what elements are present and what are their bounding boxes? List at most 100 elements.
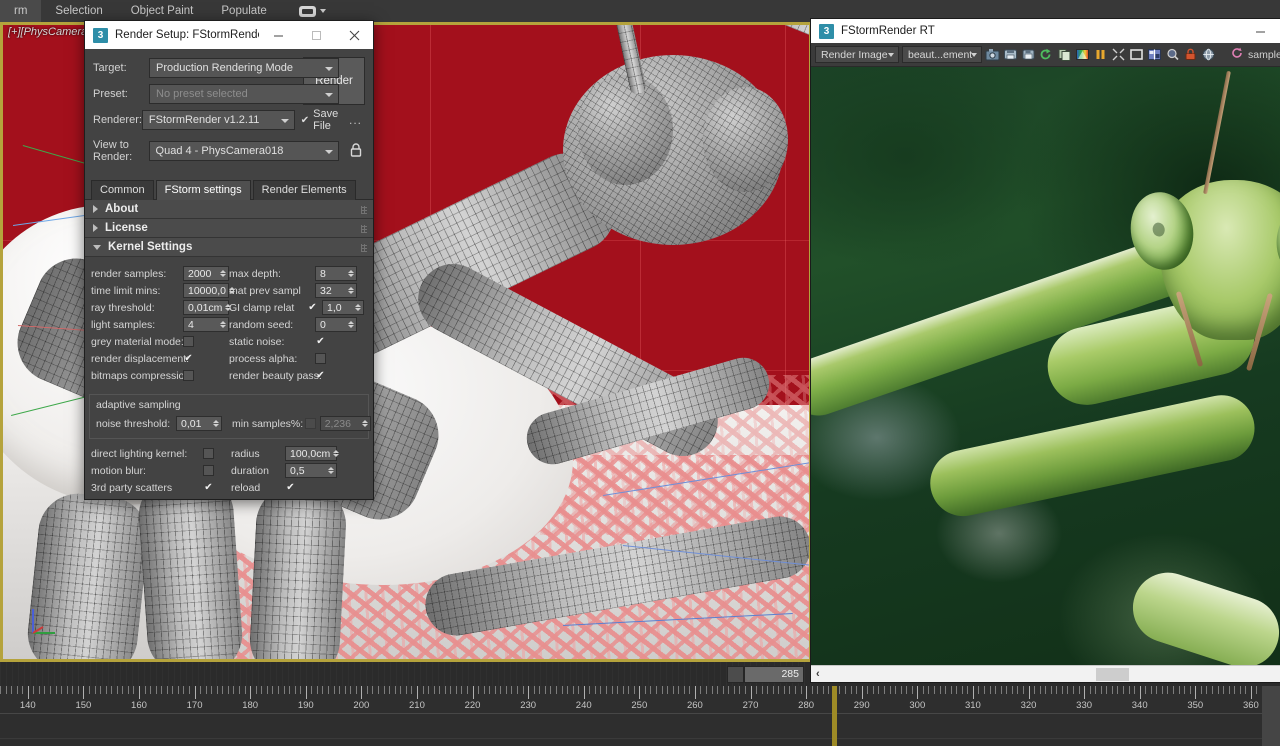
rt-window-title: FStormRender RT [841,25,1239,37]
kernel-param-checkbox[interactable] [183,336,194,347]
close-icon[interactable] [335,21,373,49]
timeline-tick [467,686,468,694]
timeline-tick [906,686,907,694]
kernel-param-input[interactable]: 100,0cm [285,446,337,461]
kernel-param-input[interactable]: 4 [183,317,229,332]
render-region-icon[interactable] [985,46,1000,63]
kernel-param-checkbox[interactable]: ✔ [183,353,194,364]
menu-item-rm[interactable]: rm [0,0,41,22]
lock-icon[interactable] [349,142,365,160]
tab-common[interactable]: Common [91,180,154,200]
kernel-param-input[interactable]: 2000 [183,266,229,281]
kernel-param-checkbox[interactable]: ✔ [203,482,214,493]
timeline-tick [439,686,440,694]
rt-title-bar[interactable]: 3 FStormRender RT [811,19,1280,43]
compare-icon[interactable] [1147,46,1162,63]
render-setup-dialog[interactable]: 3 Render Setup: FStormRender v... Render… [84,20,374,500]
kernel-param-value: 8 [320,268,326,280]
grip-icon [361,206,367,214]
save-file-check[interactable]: ✔ [301,115,309,126]
renderer-select[interactable]: FStormRender v1.2.11 [142,110,295,130]
tab-render-elements[interactable]: Render Elements [253,180,356,200]
capsule-dropdown[interactable] [299,6,326,17]
rollout-about[interactable]: About [85,200,373,219]
timeline-tick [511,686,512,694]
timeline-tick [1251,686,1252,699]
rollout-kernel-settings[interactable]: Kernel Settings [85,238,373,257]
copy-icon[interactable] [1057,46,1072,63]
menu-item-object-paint[interactable]: Object Paint [117,0,208,22]
kernel-param-checkbox[interactable]: ✔ [285,482,296,493]
kernel-param-input[interactable]: 1,0 [322,300,364,315]
timeline-playhead[interactable] [832,686,837,746]
timeline-tick [723,686,724,694]
kernel-param-input[interactable]: 0 [315,317,357,332]
kernel-param-input[interactable]: 0,5 [285,463,337,478]
render-setup-title-bar[interactable]: 3 Render Setup: FStormRender v... [85,21,373,49]
sample-refresh-icon[interactable] [1230,46,1244,63]
minimize-icon[interactable] [259,21,297,49]
viewport-label[interactable]: [+][PhysCamera [8,26,87,38]
target-row: Target: Production Rendering Mode [93,57,365,79]
save-file-browse-button[interactable]: ... [346,113,365,127]
kernel-param-checkbox[interactable]: ✔ [315,370,326,381]
kernel-param-input[interactable]: 0,01cm [183,300,229,315]
kernel-param-label: render displacement: [91,353,183,365]
kernel-param-label: render beauty pass: [229,370,315,382]
lock-icon[interactable] [1183,46,1198,63]
kernel-param-checkbox[interactable] [183,370,194,381]
color-histogram-icon[interactable] [1075,46,1090,63]
noise-threshold-input[interactable]: 0,01 [176,416,222,431]
target-select[interactable]: Production Rendering Mode [149,58,339,78]
current-frame-value[interactable]: 285 [744,666,804,683]
save-file-toggle[interactable]: ✔ Save File [301,108,346,132]
minimize-icon[interactable] [1239,19,1280,43]
timeline-tick [789,686,790,694]
chevron-left-icon[interactable]: chevron-left-icon [727,666,744,683]
menu-item-selection[interactable]: Selection [41,0,116,22]
zoom-icon[interactable] [1165,46,1180,63]
rollout-license[interactable]: License [85,219,373,238]
timeline-ruler[interactable]: 1401501601701801902002102202302402502602… [0,686,1280,746]
timeline-tick [89,686,90,694]
fstorm-rt-window[interactable]: 3 FStormRender RT Render Image beaut...e… [810,18,1280,683]
kernel-param-input[interactable]: 8 [315,266,357,281]
timeline-tick [656,686,657,694]
kernel-param-input[interactable]: 32 [315,283,357,298]
frame-field[interactable]: chevron-left-icon 285 [727,666,804,683]
tab-fstorm-settings[interactable]: FStorm settings [156,180,251,200]
save-as-icon[interactable] [1021,46,1036,63]
rt-horizontal-scrollbar[interactable]: ‹ [811,665,1280,682]
timeline-tick [1034,686,1035,694]
view-to-render-select[interactable]: Quad 4 - PhysCamera018 [149,141,340,161]
timeline-tick [1162,686,1163,694]
min-samples-input[interactable]: 2,236 [320,416,371,431]
scrollbar-thumb[interactable] [1096,668,1129,681]
kernel-param-checkbox[interactable] [315,353,326,364]
mantis-leg-mesh [248,483,348,659]
render-setup-title: Render Setup: FStormRender v... [115,29,259,41]
chevron-left-icon[interactable]: ‹ [811,668,825,680]
kernel-param-checkbox[interactable]: ✔ [307,302,318,313]
timeline-tick [1190,686,1191,694]
rt-render-canvas[interactable] [811,67,1280,665]
kernel-param-checkbox[interactable] [203,448,214,459]
pause-icon[interactable] [1093,46,1108,63]
preset-select[interactable]: No preset selected [149,84,339,104]
kernel-param-input[interactable]: 10000,0 [183,283,229,298]
fit-icon[interactable] [1111,46,1126,63]
kernel-param-checkbox[interactable] [203,465,214,476]
kernel-param-checkbox[interactable]: ✔ [315,336,326,347]
timeline-tick [1256,686,1257,694]
maximize-icon[interactable] [297,21,335,49]
rt-pass-select[interactable]: beaut...ement [902,46,982,63]
export-icon[interactable] [1039,46,1054,63]
frame-icon[interactable] [1129,46,1144,63]
refresh-globe-icon[interactable] [1201,46,1216,63]
menu-item-populate[interactable]: Populate [207,0,280,22]
rt-mode-select[interactable]: Render Image [815,46,899,63]
timeline-tick [1117,686,1118,694]
save-image-icon[interactable] [1003,46,1018,63]
timeline-tick [83,686,84,699]
min-samples-checkbox[interactable] [305,418,316,429]
